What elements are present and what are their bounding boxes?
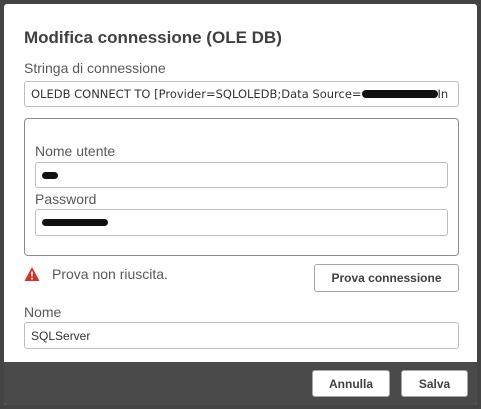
connection-status: Prova non riuscita. xyxy=(24,266,168,282)
password-label: Password xyxy=(35,191,97,207)
username-label: Nome utente xyxy=(35,143,116,159)
credentials-group: Nome utente Password xyxy=(24,118,459,256)
connection-string-label: Stringa di connessione xyxy=(24,60,166,76)
name-label: Nome xyxy=(24,304,62,320)
connection-string-suffix: In xyxy=(437,87,449,101)
edit-connection-dialog: Modifica connessione (OLE DB) Stringa di… xyxy=(4,4,477,405)
name-value: SQLServer xyxy=(31,328,91,343)
username-input[interactable] xyxy=(35,162,448,188)
dialog-title: Modifica connessione (OLE DB) xyxy=(24,28,282,47)
password-input[interactable] xyxy=(35,209,448,236)
connection-string-prefix: OLEDB CONNECT TO [Provider=SQLOLEDB;Data… xyxy=(31,87,362,101)
warning-icon xyxy=(24,267,40,281)
redacted-username xyxy=(42,171,58,179)
status-text: Prova non riuscita. xyxy=(52,266,168,282)
save-button[interactable]: Salva xyxy=(401,370,468,397)
name-input[interactable]: SQLServer xyxy=(24,322,459,349)
test-connection-button[interactable]: Prova connessione xyxy=(314,264,459,292)
dialog-footer: Annulla Salva xyxy=(4,362,477,405)
connection-string-input[interactable]: OLEDB CONNECT TO [Provider=SQLOLEDB;Data… xyxy=(24,81,459,107)
redacted-password xyxy=(42,219,108,226)
cancel-button[interactable]: Annulla xyxy=(312,370,390,397)
redacted-data-source xyxy=(361,90,438,98)
